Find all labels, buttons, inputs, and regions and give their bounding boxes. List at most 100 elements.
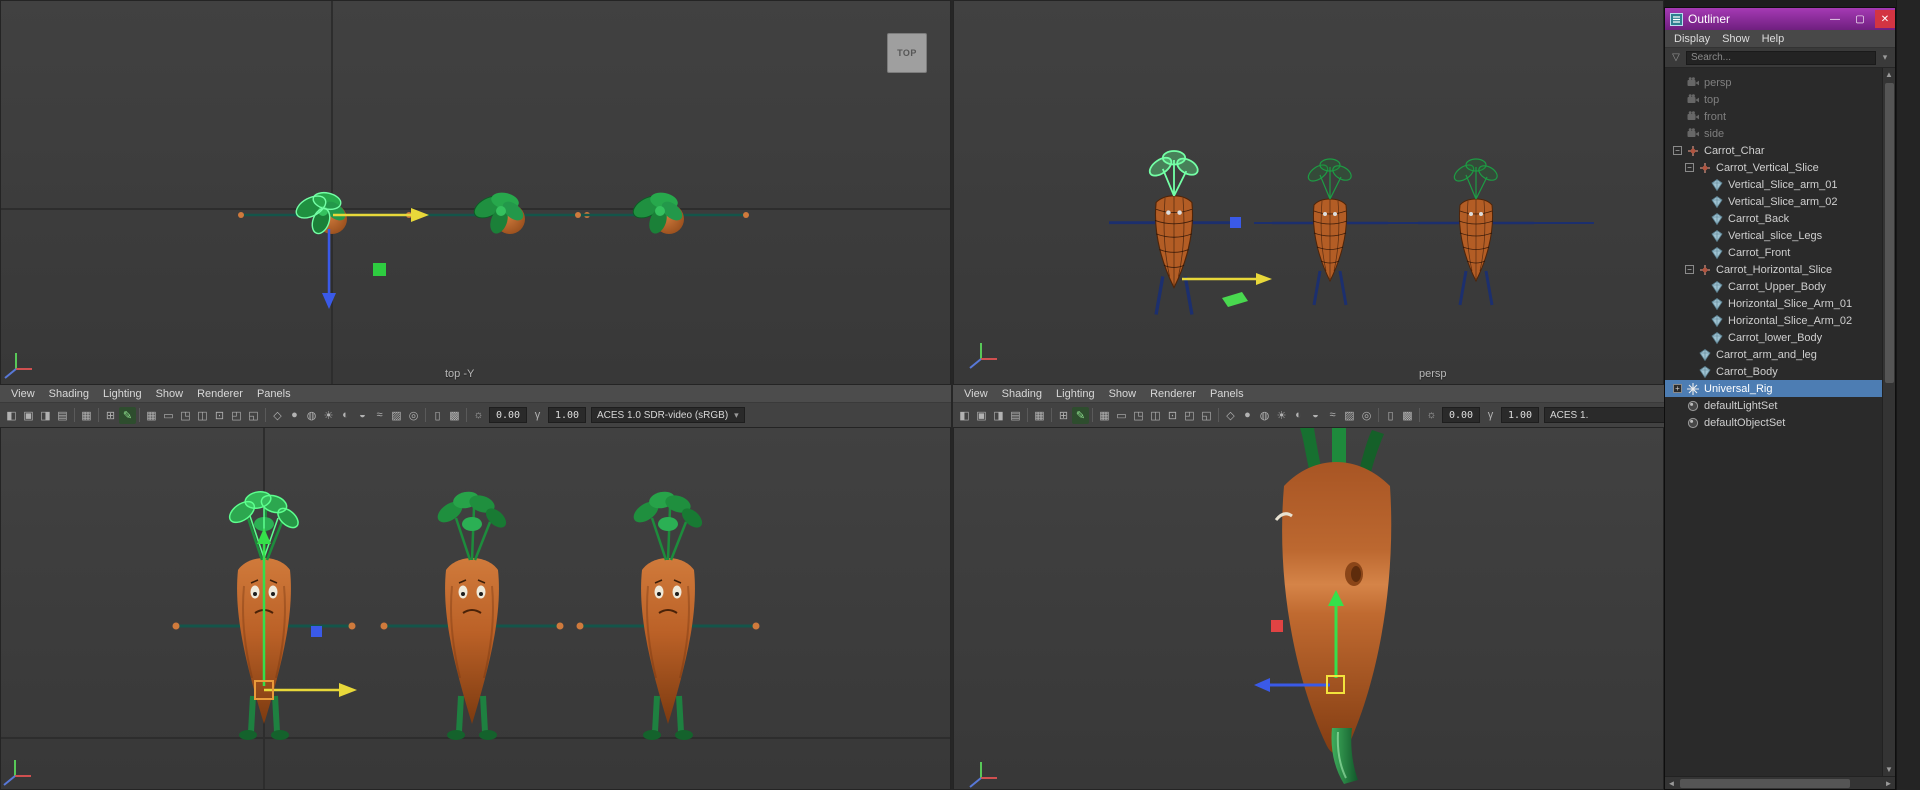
safe-action-icon[interactable]: ◰: [228, 407, 245, 424]
carrot-character-2-front[interactable]: [381, 489, 564, 740]
textured-icon[interactable]: ◍: [303, 407, 320, 424]
menu-renderer[interactable]: Renderer: [190, 387, 250, 401]
x-ray-icon[interactable]: ▩: [1399, 407, 1416, 424]
outliner-item-Carrot_Back[interactable]: Carrot_Back: [1665, 210, 1882, 227]
exposure-field[interactable]: [489, 407, 527, 423]
grease-pencil-icon[interactable]: ✎: [119, 406, 136, 424]
resolution-gate-icon[interactable]: ◳: [177, 407, 194, 424]
smooth-shade-icon[interactable]: ●: [1239, 407, 1256, 424]
colorspace-dropdown[interactable]: ACES 1.▾: [1544, 407, 1664, 423]
scroll-thumb[interactable]: [1680, 778, 1850, 788]
outliner-item-front[interactable]: front: [1665, 108, 1882, 125]
manipulator-x-arrowhead[interactable]: [411, 208, 429, 222]
gate-mask-icon[interactable]: ◫: [1147, 407, 1164, 424]
select-camera-icon[interactable]: ◧: [3, 407, 20, 424]
camera-attributes-icon[interactable]: ◨: [990, 407, 1007, 424]
menu-show[interactable]: Show: [1716, 32, 1756, 46]
menu-show[interactable]: Show: [1102, 387, 1144, 401]
gamma-icon[interactable]: γ: [1482, 407, 1499, 424]
minimize-button[interactable]: —: [1825, 10, 1845, 28]
colorspace-dropdown[interactable]: ACES 1.0 SDR-video (sRGB) ▾: [591, 407, 745, 423]
resolution-gate-icon[interactable]: ◳: [1130, 407, 1147, 424]
multisample-icon[interactable]: ▨: [388, 407, 405, 424]
safe-action-icon[interactable]: ◰: [1181, 407, 1198, 424]
outliner-item-defaultLightSet[interactable]: defaultLightSet: [1665, 397, 1882, 414]
outliner-titlebar[interactable]: Outliner — ▢ ✕: [1665, 8, 1895, 30]
shadows-icon[interactable]: ◐: [337, 407, 354, 424]
outliner-item-Carrot_lower_Body[interactable]: Carrot_lower_Body: [1665, 329, 1882, 346]
carrot-character-3-wire[interactable]: [1416, 157, 1536, 307]
menu-display[interactable]: Display: [1668, 32, 1716, 46]
screen-space-ao-icon[interactable]: ◒: [354, 407, 371, 424]
wireframe-icon[interactable]: ◇: [269, 407, 286, 424]
manipulator-y-arrowhead[interactable]: [257, 528, 271, 544]
scroll-thumb[interactable]: [1884, 83, 1894, 383]
menu-panels[interactable]: Panels: [250, 387, 298, 401]
smooth-shade-icon[interactable]: ●: [286, 407, 303, 424]
gamma-field[interactable]: [548, 407, 586, 423]
menu-show[interactable]: Show: [149, 387, 191, 401]
outliner-item-defaultObjectSet[interactable]: defaultObjectSet: [1665, 414, 1882, 431]
menu-help[interactable]: Help: [1756, 32, 1791, 46]
outliner-item-Vertical_Slice_arm_02[interactable]: Vertical_Slice_arm_02: [1665, 193, 1882, 210]
search-input[interactable]: [1686, 50, 1876, 65]
two-d-pan-zoom-icon[interactable]: ⊞: [102, 407, 119, 424]
filter-icon[interactable]: ▽: [1669, 51, 1683, 65]
exposure-field[interactable]: [1442, 407, 1480, 423]
scroll-track[interactable]: [1678, 778, 1882, 788]
expander-plus-icon[interactable]: +: [1673, 384, 1682, 393]
outliner-item-side[interactable]: side: [1665, 125, 1882, 142]
menu-lighting[interactable]: Lighting: [96, 387, 149, 401]
safe-title-icon[interactable]: ◱: [245, 407, 262, 424]
grid-icon[interactable]: ▦: [1096, 407, 1113, 424]
field-chart-icon[interactable]: ⊡: [1164, 407, 1181, 424]
isolate-select-icon[interactable]: ▯: [429, 407, 446, 424]
chevron-down-icon[interactable]: ▾: [734, 410, 739, 421]
carrot-character-3-front[interactable]: [577, 489, 760, 740]
bookmark-icon[interactable]: ▤: [1007, 407, 1024, 424]
carrot-character-3-topview[interactable]: [573, 189, 751, 238]
multisample-icon[interactable]: ▨: [1341, 407, 1358, 424]
outliner-item-persp[interactable]: persp: [1665, 74, 1882, 91]
menu-shading[interactable]: Shading: [995, 387, 1049, 401]
maximize-button[interactable]: ▢: [1850, 10, 1870, 28]
manipulator-x-arrowhead[interactable]: [339, 683, 357, 697]
manipulator-plane-handle[interactable]: [1271, 620, 1283, 632]
vertical-scrollbar[interactable]: ▲ ▼: [1882, 68, 1895, 776]
viewport-front-canvas[interactable]: [1, 428, 951, 790]
viewport-top-canvas[interactable]: [1, 1, 951, 385]
shadows-icon[interactable]: ◐: [1290, 407, 1307, 424]
viewport-front[interactable]: [0, 427, 951, 790]
grid-icon[interactable]: ▦: [143, 407, 160, 424]
carrot-character-2-topview[interactable]: [414, 189, 592, 238]
carrot-character-1-wire[interactable]: [1107, 149, 1241, 317]
outliner-item-Carrot_Vertical_Slice[interactable]: − Carrot_Vertical_Slice: [1665, 159, 1882, 176]
exposure-icon[interactable]: ☼: [470, 407, 487, 424]
outliner-item-Carrot_Char[interactable]: − Carrot_Char: [1665, 142, 1882, 159]
gamma-field[interactable]: [1501, 407, 1539, 423]
menu-panels[interactable]: Panels: [1203, 387, 1251, 401]
menu-lighting[interactable]: Lighting: [1049, 387, 1102, 401]
expander-minus-icon[interactable]: −: [1685, 163, 1694, 172]
use-all-lights-icon[interactable]: ☀: [1273, 407, 1290, 424]
depth-of-field-icon[interactable]: ◎: [405, 407, 422, 424]
outliner-item-Carrot_Body[interactable]: Carrot_Body: [1665, 363, 1882, 380]
use-all-lights-icon[interactable]: ☀: [320, 407, 337, 424]
outliner-item-Carrot_Upper_Body[interactable]: Carrot_Upper_Body: [1665, 278, 1882, 295]
scroll-up-icon[interactable]: ▲: [1883, 68, 1896, 81]
field-chart-icon[interactable]: ⊡: [211, 407, 228, 424]
motion-blur-icon[interactable]: ≈: [371, 407, 388, 424]
manipulator-x-arrowhead[interactable]: [1256, 273, 1272, 285]
carrot-character-2-wire[interactable]: [1270, 157, 1390, 307]
safe-title-icon[interactable]: ◱: [1198, 407, 1215, 424]
scroll-right-icon[interactable]: ►: [1882, 777, 1895, 790]
horizontal-scrollbar[interactable]: ◄ ►: [1665, 776, 1895, 789]
viewport-closeup[interactable]: [953, 427, 1664, 790]
outliner-item-Carrot_arm_and_leg[interactable]: Carrot_arm_and_leg: [1665, 346, 1882, 363]
outliner-item-Universal_Rig[interactable]: + Universal_Rig: [1665, 380, 1882, 397]
motion-blur-icon[interactable]: ≈: [1324, 407, 1341, 424]
menu-renderer[interactable]: Renderer: [1143, 387, 1203, 401]
gamma-icon[interactable]: γ: [529, 407, 546, 424]
scroll-left-icon[interactable]: ◄: [1665, 777, 1678, 790]
outliner-item-Horizontal_Slice_Arm_02[interactable]: Horizontal_Slice_Arm_02: [1665, 312, 1882, 329]
